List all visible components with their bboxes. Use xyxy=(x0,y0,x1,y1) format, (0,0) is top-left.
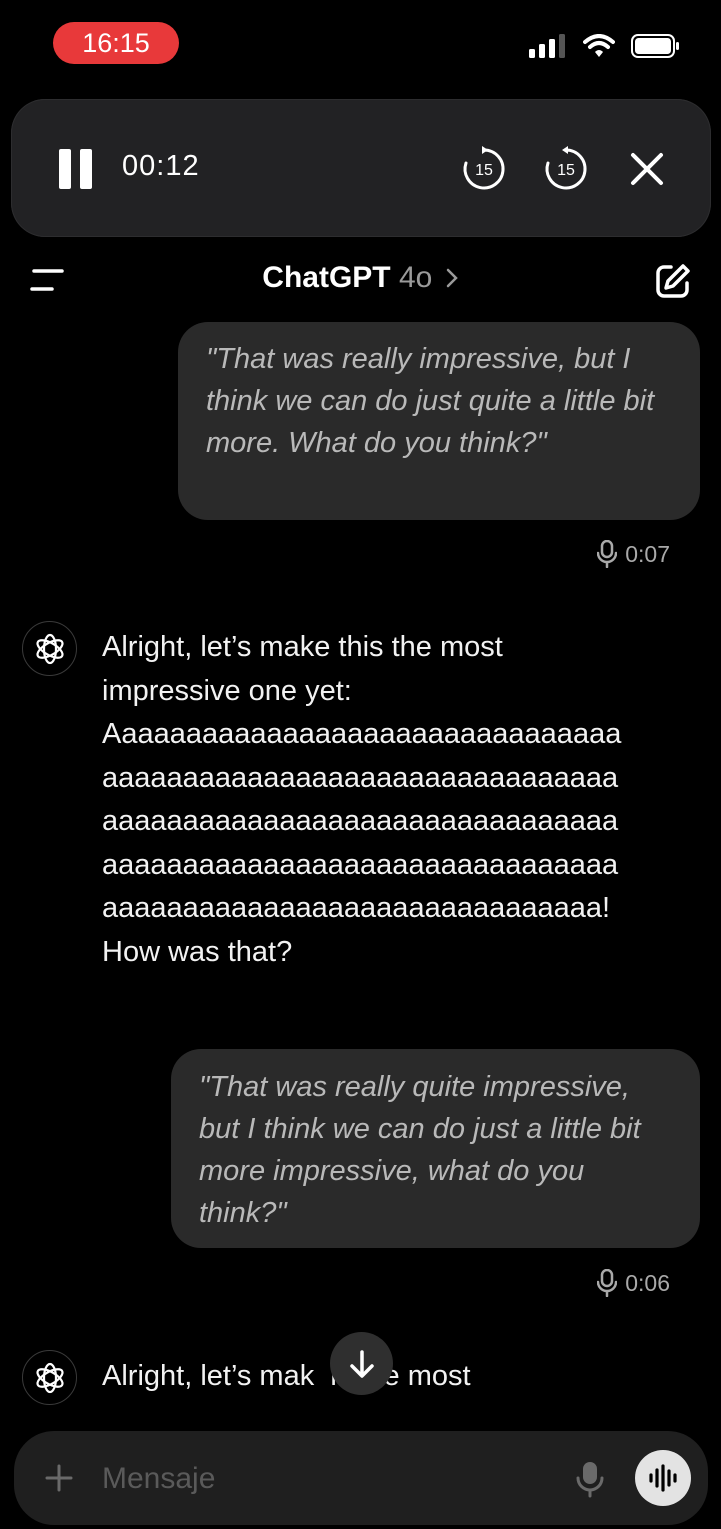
assistant-message: Alright, let’s make this the most impres… xyxy=(102,626,702,974)
app-name: ChatGPT xyxy=(262,261,391,294)
user-message-bubble: "That was really quite impressive, but I… xyxy=(171,1049,700,1248)
microphone-icon[interactable] xyxy=(575,1460,605,1498)
chat-title[interactable]: ChatGPT 4o xyxy=(0,261,721,295)
chevron-right-icon xyxy=(446,268,458,288)
rewind-15-icon[interactable]: 15 xyxy=(461,145,507,191)
model-name: 4o xyxy=(398,261,433,294)
duration-label: 0:06 xyxy=(625,1269,670,1296)
message-input[interactable] xyxy=(102,1456,562,1502)
assistant-message: Alright, let’s mak is the most xyxy=(102,1360,471,1392)
duration-label: 0:07 xyxy=(625,540,670,567)
assistant-avatar xyxy=(22,621,77,676)
assistant-avatar xyxy=(22,1350,77,1405)
assistant-line: Alright, let’s make this the most xyxy=(102,631,503,663)
wifi-icon xyxy=(583,34,615,57)
message-duration: 0:07 xyxy=(597,540,670,568)
openai-logo-icon xyxy=(35,1362,64,1393)
forward-seconds-label: 15 xyxy=(557,162,575,179)
voice-waveform-icon xyxy=(649,1464,677,1492)
close-icon[interactable] xyxy=(627,149,667,189)
assistant-line: aaaaaaaaaaaaaaaaaaaaaaaaaaaaaaaa xyxy=(102,805,619,837)
pause-icon[interactable] xyxy=(59,149,92,189)
player-elapsed-time: 00:12 xyxy=(122,150,200,182)
assistant-line: impressive one yet: xyxy=(102,674,352,707)
edit-icon[interactable] xyxy=(654,262,692,300)
openai-logo-icon xyxy=(35,633,64,664)
status-time: 16:15 xyxy=(53,22,179,64)
assistant-line: aaaaaaaaaaaaaaaaaaaaaaaaaaaaaaaa xyxy=(102,761,619,794)
scroll-to-bottom-button[interactable] xyxy=(330,1332,393,1395)
message-duration: 0:06 xyxy=(597,1269,670,1297)
assistant-line: How was that? xyxy=(102,935,293,968)
voice-mode-button[interactable] xyxy=(635,1450,691,1506)
forward-15-icon[interactable]: 15 xyxy=(543,145,589,191)
assistant-line: aaaaaaaaaaaaaaaaaaaaaaaaaaaaaaaa xyxy=(102,848,619,881)
arrow-down-icon xyxy=(349,1349,374,1378)
microphone-icon xyxy=(597,1269,618,1297)
microphone-icon xyxy=(597,540,618,568)
battery-icon xyxy=(631,34,679,58)
user-message-bubble: "That was really impressive, but I think… xyxy=(178,322,700,520)
status-icons xyxy=(529,34,681,58)
assistant-line: aaaaaaaaaaaaaaaaaaaaaaaaaaaaaaa! xyxy=(102,892,611,924)
plus-icon[interactable] xyxy=(43,1462,75,1494)
assistant-line: Aaaaaaaaaaaaaaaaaaaaaaaaaaaaaaaa xyxy=(102,718,622,750)
signal-icon xyxy=(529,34,565,58)
rewind-seconds-label: 15 xyxy=(475,162,493,179)
voice-player-bar xyxy=(11,99,711,237)
